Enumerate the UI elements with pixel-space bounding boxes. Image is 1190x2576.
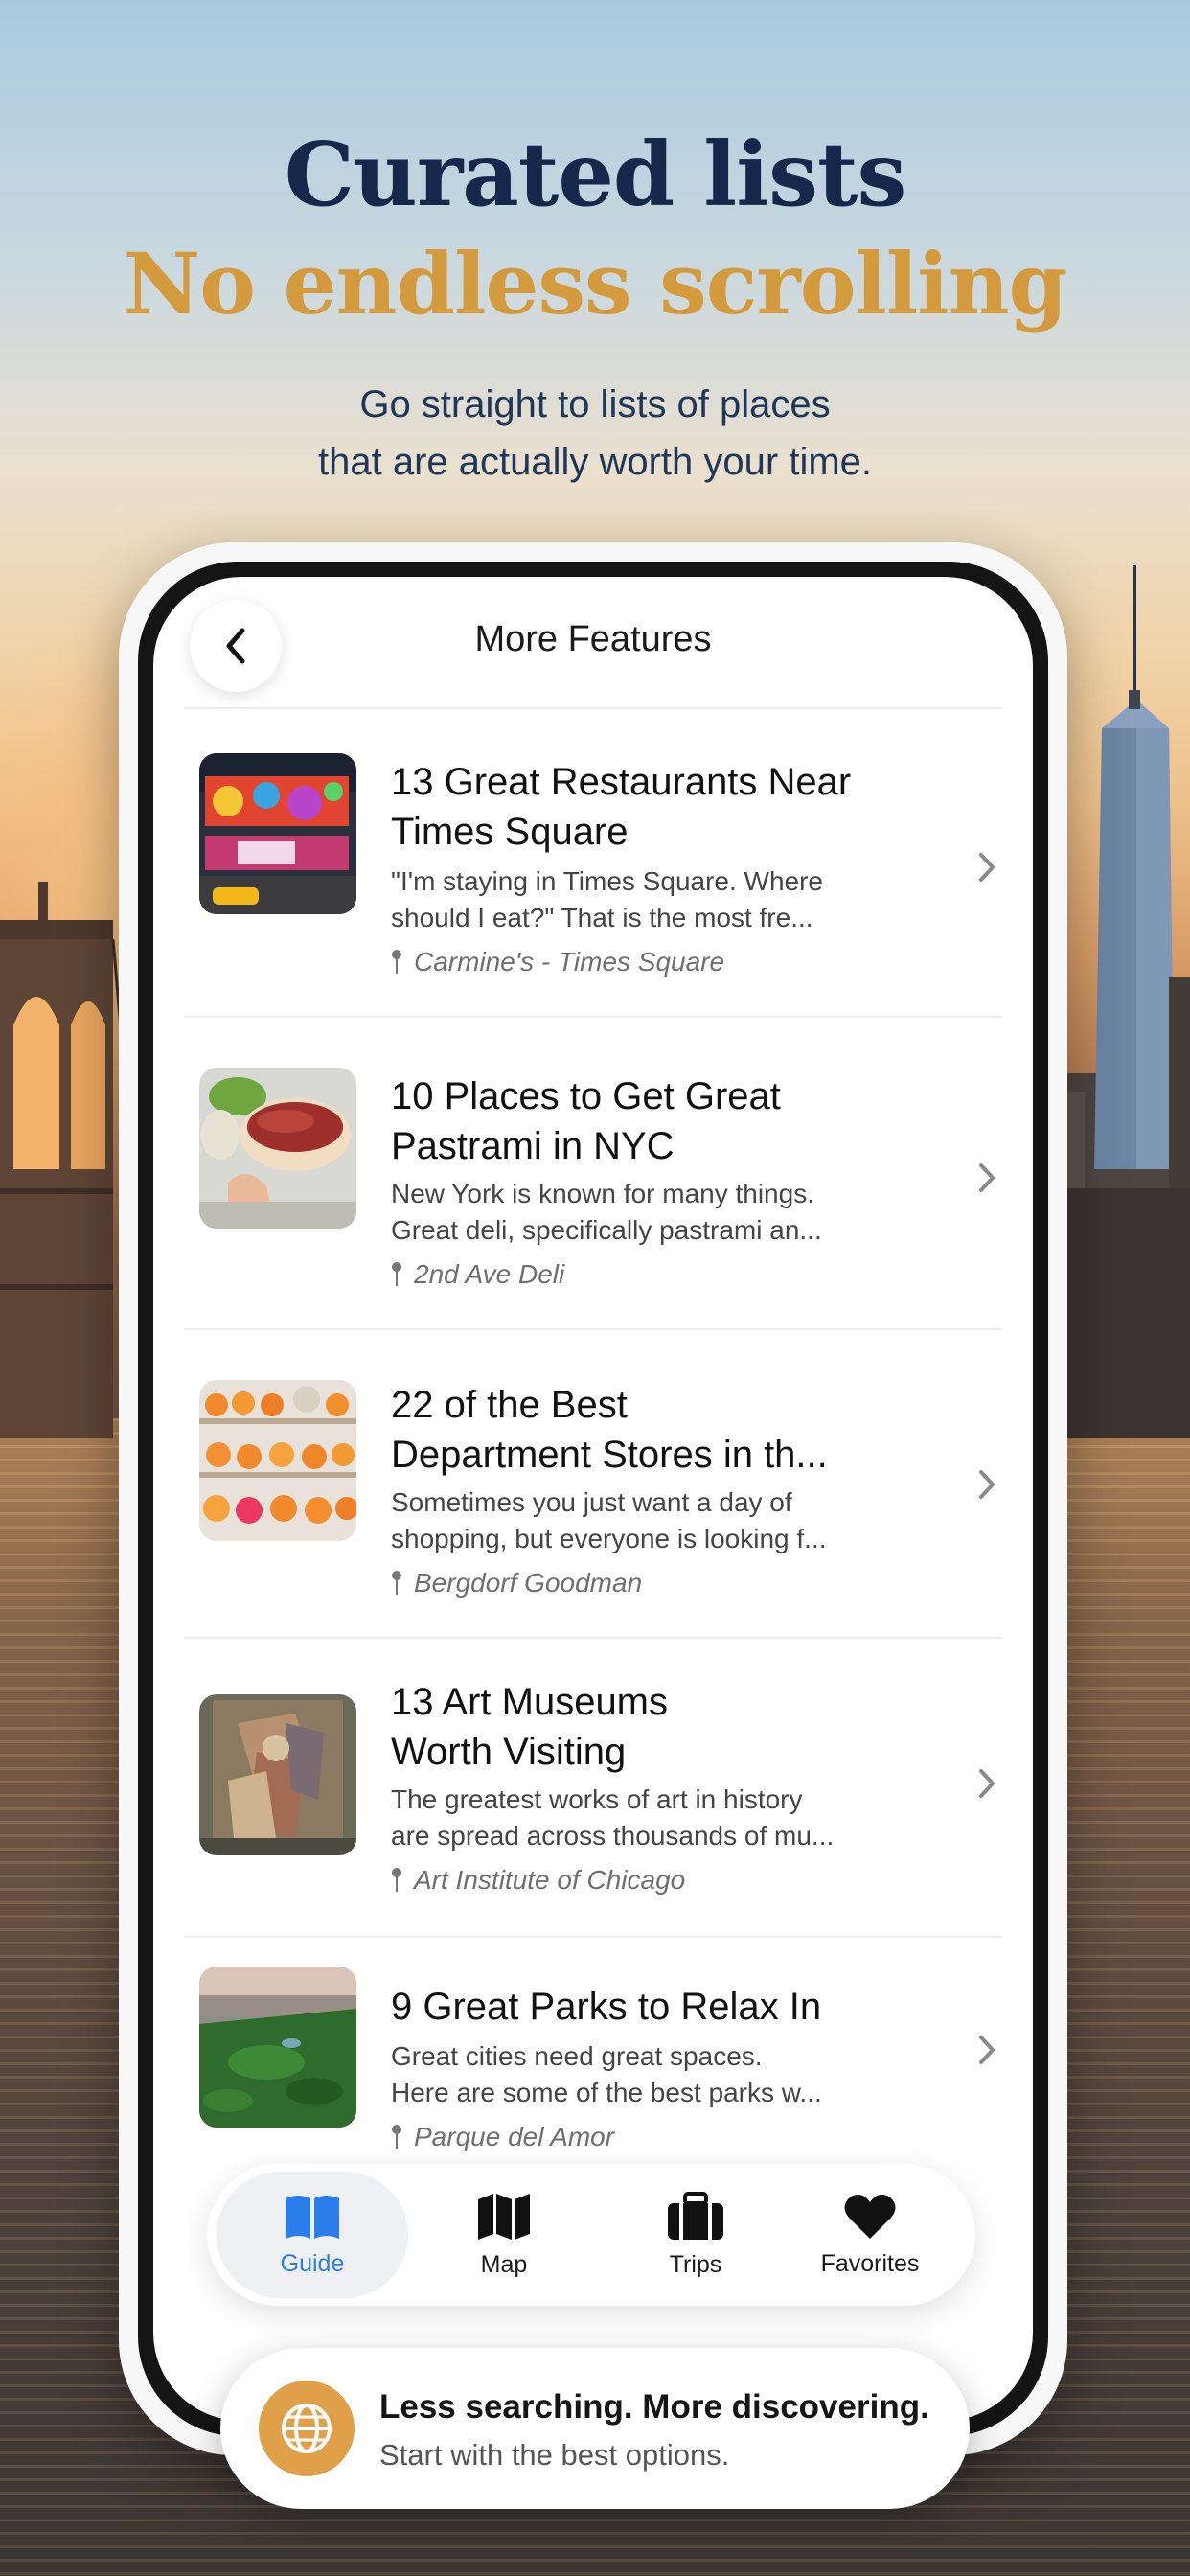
featured-place-name: 2nd Ave Deli [414, 1259, 565, 1289]
list-title-line-2: Department Stores in th... [391, 1434, 828, 1476]
featured-place: Parque del Amor [391, 2122, 614, 2152]
tab-label: Map [480, 2250, 528, 2278]
heart-icon [844, 2194, 896, 2239]
globe-icon [282, 2404, 332, 2453]
list-title-line-1: 13 Great Restaurants Near [391, 761, 852, 803]
pin-icon [392, 2125, 401, 2149]
chevron-right-icon [979, 1470, 995, 1499]
city-skyline-illustration [1056, 565, 1190, 1438]
featured-place-name: Bergdorf Goodman [414, 1568, 643, 1598]
pin-icon [392, 950, 401, 974]
list-description-line-1: Sometimes you just want a day of [391, 1487, 792, 1517]
promo-banner: Less searching. More discovering. Start … [220, 2348, 970, 2509]
pin-icon [392, 1868, 401, 1892]
tab-map[interactable]: Map [408, 2172, 600, 2298]
times-square-photo [199, 753, 356, 914]
suitcase-icon [668, 2191, 723, 2240]
list-title-line-2: Worth Visiting [391, 1731, 627, 1773]
featured-place-name: Art Institute of Chicago [414, 1865, 686, 1895]
chevron-right-icon [979, 2036, 995, 2064]
header-divider [184, 707, 1002, 709]
pin-icon [392, 1571, 401, 1595]
tab-trips[interactable]: Trips [600, 2172, 791, 2298]
headline-no-endless-scrolling: No endless scrolling [123, 234, 1067, 334]
tab-guide[interactable]: Guide [217, 2172, 408, 2298]
list-title-line-1: 10 Places to Get Great [391, 1075, 781, 1117]
banner-icon-badge [259, 2380, 355, 2476]
featured-place: Bergdorf Goodman [391, 1568, 642, 1598]
cubist-painting-photo [199, 1694, 356, 1855]
list-description-line-2: Here are some of the best parks w... [391, 2078, 822, 2107]
brooklyn-bridge-illustration [0, 882, 125, 1438]
map-icon [478, 2193, 530, 2240]
chevron-right-icon [979, 1769, 995, 1798]
list-item[interactable]: 13 Art Museums Worth Visiting The greate… [153, 1639, 1033, 1938]
phone-screen: More Features 13 Great Restaurants Near … [153, 577, 1033, 2421]
store-display-photo [199, 1380, 356, 1541]
banner-title: Less searching. More discovering. [379, 2388, 929, 2426]
pin-icon [392, 1262, 401, 1286]
featured-place: 2nd Ave Deli [391, 1259, 564, 1290]
tab-label: Trips [669, 2250, 722, 2278]
list-description-line-2: Great deli, specifically pastrami an... [391, 1215, 822, 1245]
chevron-right-icon [979, 853, 995, 882]
tab-label: Guide [280, 2249, 345, 2277]
featured-place-name: Carmine's - Times Square [414, 947, 725, 977]
city-park-aerial-photo [199, 1966, 356, 2128]
list-description-line-1: The greatest works of art in history [391, 1784, 803, 1814]
subheadline: Go straight to lists of places that are … [0, 376, 1190, 491]
tab-label: Favorites [820, 2249, 920, 2277]
list-description-line-2: shopping, but everyone is looking f... [391, 1524, 827, 1553]
tab-favorites[interactable]: Favorites [774, 2172, 966, 2298]
featured-place: Carmine's - Times Square [391, 947, 724, 978]
list-title-line-1: 13 Art Museums [391, 1681, 669, 1723]
list-description-line-1: Great cities need great spaces. [391, 2041, 763, 2071]
pastrami-sandwich-photo [199, 1068, 356, 1229]
list-title-line-1: 22 of the Best [391, 1384, 628, 1426]
subheadline-line-1: Go straight to lists of places [359, 383, 831, 426]
list-description-line-2: should I eat?" That is the most fre... [391, 903, 813, 932]
featured-place: Art Institute of Chicago [391, 1865, 685, 1896]
screen-title: More Features [474, 619, 712, 659]
banner-subtitle: Start with the best options. [379, 2438, 730, 2472]
list-description-line-2: are spread across thousands of mu... [391, 1821, 835, 1851]
subheadline-line-2: that are actually worth your time. [317, 441, 873, 483]
list-item[interactable]: 13 Great Restaurants Near Times Square "… [153, 721, 1033, 1018]
list-item[interactable]: 22 of the Best Department Stores in th..… [153, 1330, 1033, 1639]
list-title-line-2: Times Square [391, 811, 629, 853]
featured-place-name: Parque del Amor [414, 2122, 615, 2151]
list-description-line-1: New York is known for many things. [391, 1179, 814, 1208]
list-item[interactable]: 9 Great Parks to Relax In Great cities n… [153, 1938, 1033, 2164]
list-title: 9 Great Parks to Relax In [391, 1986, 822, 2028]
headline-curated-lists: Curated lists [284, 123, 907, 226]
tab-bar: Guide Map Trips Favorites [207, 2164, 975, 2306]
list-item[interactable]: 10 Places to Get Great Pastrami in NYC N… [153, 1018, 1033, 1330]
chevron-right-icon [979, 1163, 995, 1192]
book-icon [286, 2195, 339, 2239]
list-description-line-1: "I'm staying in Times Square. Where [391, 866, 824, 896]
list-title-line-2: Pastrami in NYC [391, 1125, 675, 1167]
